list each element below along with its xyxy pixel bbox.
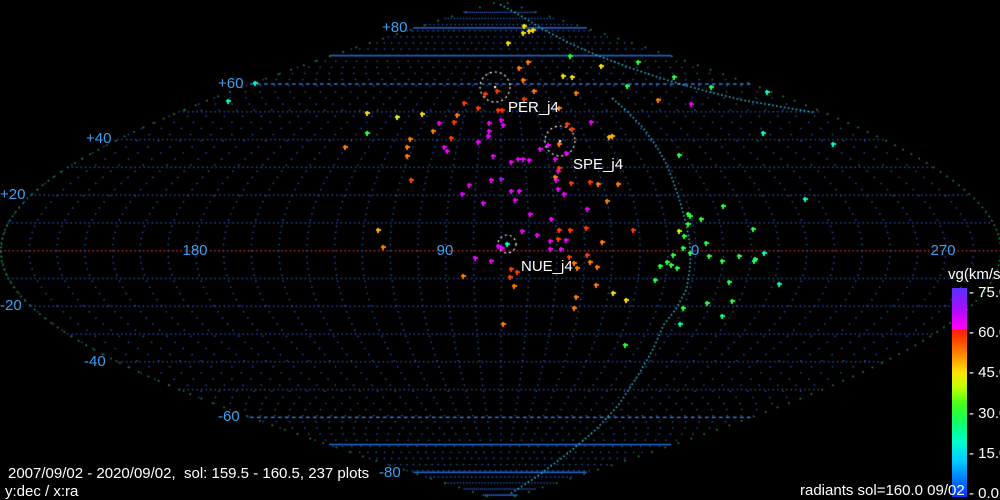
colorbar-title: vg(km/s) [948, 266, 1000, 283]
dec-axis-label: -20 [0, 297, 22, 314]
sky-map-canvas[interactable] [0, 0, 1000, 500]
ra-axis-label: 180 [182, 242, 208, 259]
ra-axis-label: 90 [436, 242, 454, 259]
dec-axis-label: +80 [382, 19, 408, 36]
ra-axis-label: 270 [930, 242, 956, 259]
dec-axis-label: +60 [218, 75, 244, 92]
dec-axis-label: -60 [218, 408, 240, 425]
ra-axis-label: 0 [690, 242, 700, 259]
shower-label: NUE_j4 [521, 258, 573, 275]
shower-label: SPE_j4 [573, 156, 624, 173]
status-date-range: 2007/09/02 - 2020/09/02, sol: 159.5 - 16… [8, 465, 370, 482]
colorbar-tick-label: - 15.0 [969, 444, 1000, 462]
radiant-map-window: +80 +60 +40 +20 -20 -40 -60 -80 180 90 0 270 PER_j4 S… [0, 0, 1000, 500]
dec-axis-label: +20 [0, 186, 26, 203]
colorbar-tick-label: - 0.0 [969, 485, 1000, 500]
dec-axis-label: -40 [84, 353, 106, 370]
colorbar-tick-label: - 75.0 [969, 284, 1000, 301]
dec-axis-label: -80 [379, 464, 401, 481]
shower-label: PER_j4 [508, 99, 559, 116]
status-radiants-sol: radiants sol=160.0 09/02 [800, 482, 965, 499]
colorbar-tick-label: - 60.0 [969, 324, 1000, 342]
colorbar-tick-label: - 30.0 [969, 404, 1000, 422]
velocity-colorbar [952, 288, 967, 497]
dec-axis-label: +40 [86, 130, 112, 147]
colorbar-tick-label: - 45.0 [969, 364, 1000, 382]
status-axis-legend: y:dec / x:ra [5, 483, 79, 500]
